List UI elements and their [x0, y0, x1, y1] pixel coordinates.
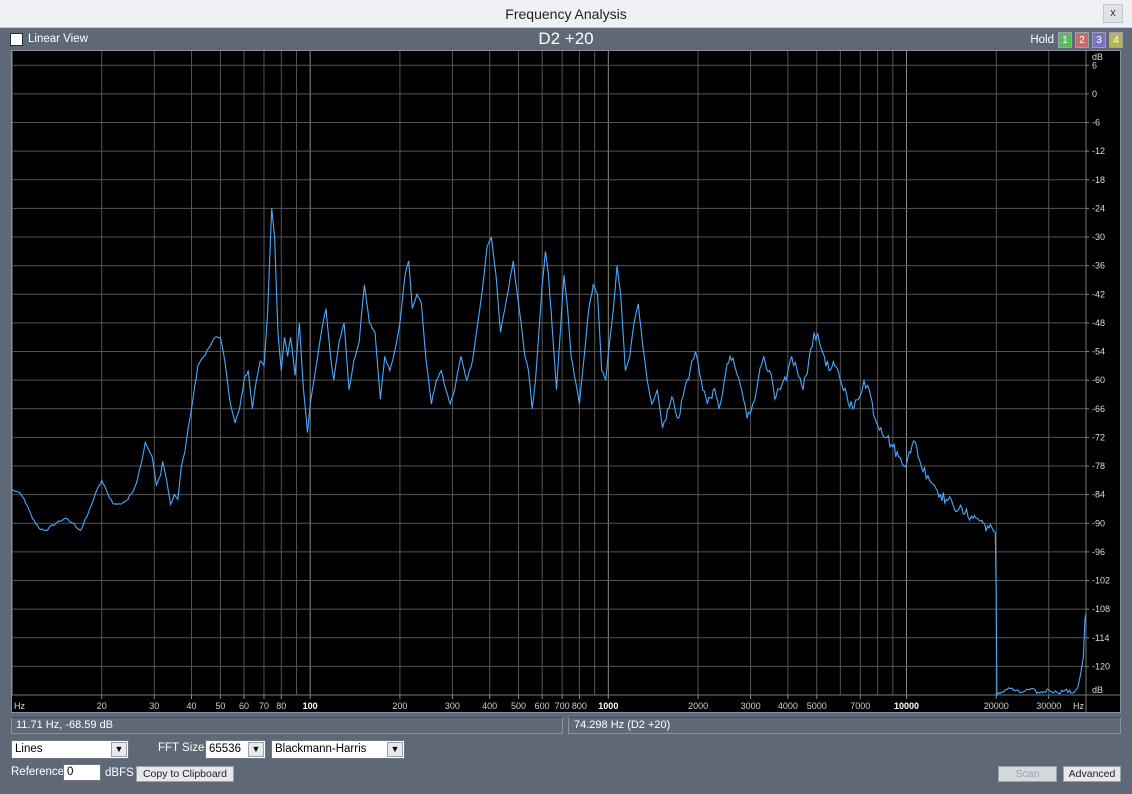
- x-tick-label: 200: [392, 701, 407, 711]
- x-tick-label: 40: [187, 701, 197, 711]
- x-tick-label: 20000: [984, 701, 1009, 711]
- y-tick-label: -120: [1092, 661, 1110, 671]
- fft-size-label: FFT Size: [158, 742, 205, 754]
- advanced-button[interactable]: Advanced: [1063, 766, 1121, 782]
- x-tick-label: 2000: [688, 701, 708, 711]
- y-tick-label: -6: [1092, 118, 1100, 128]
- y-tick-label: -12: [1092, 146, 1105, 156]
- x-unit-label-right: Hz: [1073, 701, 1084, 711]
- x-tick-label: 100: [303, 701, 318, 711]
- spectrum-chart[interactable]: 20 30 40 50 60 70 80 100 200 300 400 500 600 700 800 10…: [12, 51, 1120, 712]
- y-tick-label: -102: [1092, 576, 1110, 586]
- y-unit-label-bottom: dB: [1092, 685, 1103, 695]
- hold-group: Hold 1 2 3 4: [993, 32, 1123, 48]
- y-tick-label: -18: [1092, 175, 1105, 185]
- draw-mode-select[interactable]: Lines ▼: [11, 740, 129, 759]
- y-tick-label: -72: [1092, 432, 1105, 442]
- fft-size-value: 65536: [209, 743, 241, 755]
- plot-background: [12, 51, 1120, 712]
- reference-input[interactable]: 0: [63, 764, 101, 781]
- y-tick-label: -90: [1092, 518, 1105, 528]
- y-tick-label: -24: [1092, 203, 1105, 213]
- x-tick-label: 4000: [778, 701, 798, 711]
- x-tick-label: 20: [97, 701, 107, 711]
- hold-button-4[interactable]: 4: [1109, 32, 1123, 48]
- window-function-select[interactable]: Blackmann-Harris ▼: [271, 740, 405, 759]
- y-tick-label: -36: [1092, 261, 1105, 271]
- spectrum-plot[interactable]: 20 30 40 50 60 70 80 100 200 300 400 500 600 700 800 10…: [11, 50, 1121, 713]
- x-tick-label: 1000: [598, 701, 618, 711]
- hold-button-2[interactable]: 2: [1075, 32, 1089, 48]
- hold-label: Hold: [1030, 34, 1054, 46]
- x-tick-label: 30: [149, 701, 159, 711]
- x-unit-label-left: Hz: [14, 701, 25, 711]
- reference-label: Reference: [11, 766, 65, 778]
- x-tick-label: 600: [535, 701, 550, 711]
- y-tick-label: -60: [1092, 375, 1105, 385]
- y-unit-label-top: dB: [1092, 52, 1103, 62]
- y-tick-label: -96: [1092, 547, 1105, 557]
- title-bar: Frequency Analysis x: [0, 0, 1132, 28]
- reference-unit: dBFS: [105, 767, 134, 779]
- y-tick-label: -108: [1092, 604, 1110, 614]
- cursor-readout: 11.71 Hz, -68.59 dB: [11, 717, 563, 734]
- x-tick-label: 3000: [741, 701, 761, 711]
- x-tick-label: 500: [511, 701, 526, 711]
- chevron-down-icon[interactable]: ▼: [387, 742, 403, 757]
- x-tick-label: 80: [276, 701, 286, 711]
- y-tick-label: -54: [1092, 347, 1105, 357]
- draw-mode-value: Lines: [15, 743, 43, 755]
- scan-button[interactable]: Scan: [998, 766, 1057, 782]
- close-button[interactable]: x: [1103, 4, 1123, 23]
- hold-button-3[interactable]: 3: [1092, 32, 1106, 48]
- hold-button-1[interactable]: 1: [1058, 32, 1072, 48]
- x-tick-label: 400: [482, 701, 497, 711]
- x-tick-label: 60: [239, 701, 249, 711]
- y-tick-label: 0: [1092, 89, 1097, 99]
- fft-size-select[interactable]: 65536 ▼: [205, 740, 266, 759]
- y-tick-label: -42: [1092, 289, 1105, 299]
- y-tick-label: -30: [1092, 232, 1105, 242]
- y-tick-label: -84: [1092, 490, 1105, 500]
- x-tick-label: 7000: [850, 701, 870, 711]
- copy-to-clipboard-button[interactable]: Copy to Clipboard: [136, 766, 234, 782]
- x-tick-label: 300: [445, 701, 460, 711]
- peak-readout: 74.298 Hz (D2 +20): [568, 717, 1121, 734]
- x-tick-label: 70: [259, 701, 269, 711]
- window-function-value: Blackmann-Harris: [275, 743, 367, 755]
- plot-title: D2 +20: [538, 29, 594, 48]
- chevron-down-icon[interactable]: ▼: [248, 742, 264, 757]
- x-tick-label: 700: [555, 701, 570, 711]
- x-tick-label: 800: [572, 701, 587, 711]
- y-tick-label: -66: [1092, 404, 1105, 414]
- x-tick-label: 50: [215, 701, 225, 711]
- y-tick-label: -48: [1092, 318, 1105, 328]
- y-tick-label: -114: [1092, 633, 1109, 643]
- plot-toolbar: Linear View D2 +20 Hold 1 2 3 4: [0, 28, 1132, 50]
- window-title: Frequency Analysis: [505, 6, 627, 22]
- x-tick-label: 30000: [1036, 701, 1061, 711]
- chevron-down-icon[interactable]: ▼: [111, 742, 127, 757]
- x-tick-label: 5000: [807, 701, 827, 711]
- y-tick-label: -78: [1092, 461, 1105, 471]
- x-tick-label: 10000: [894, 701, 919, 711]
